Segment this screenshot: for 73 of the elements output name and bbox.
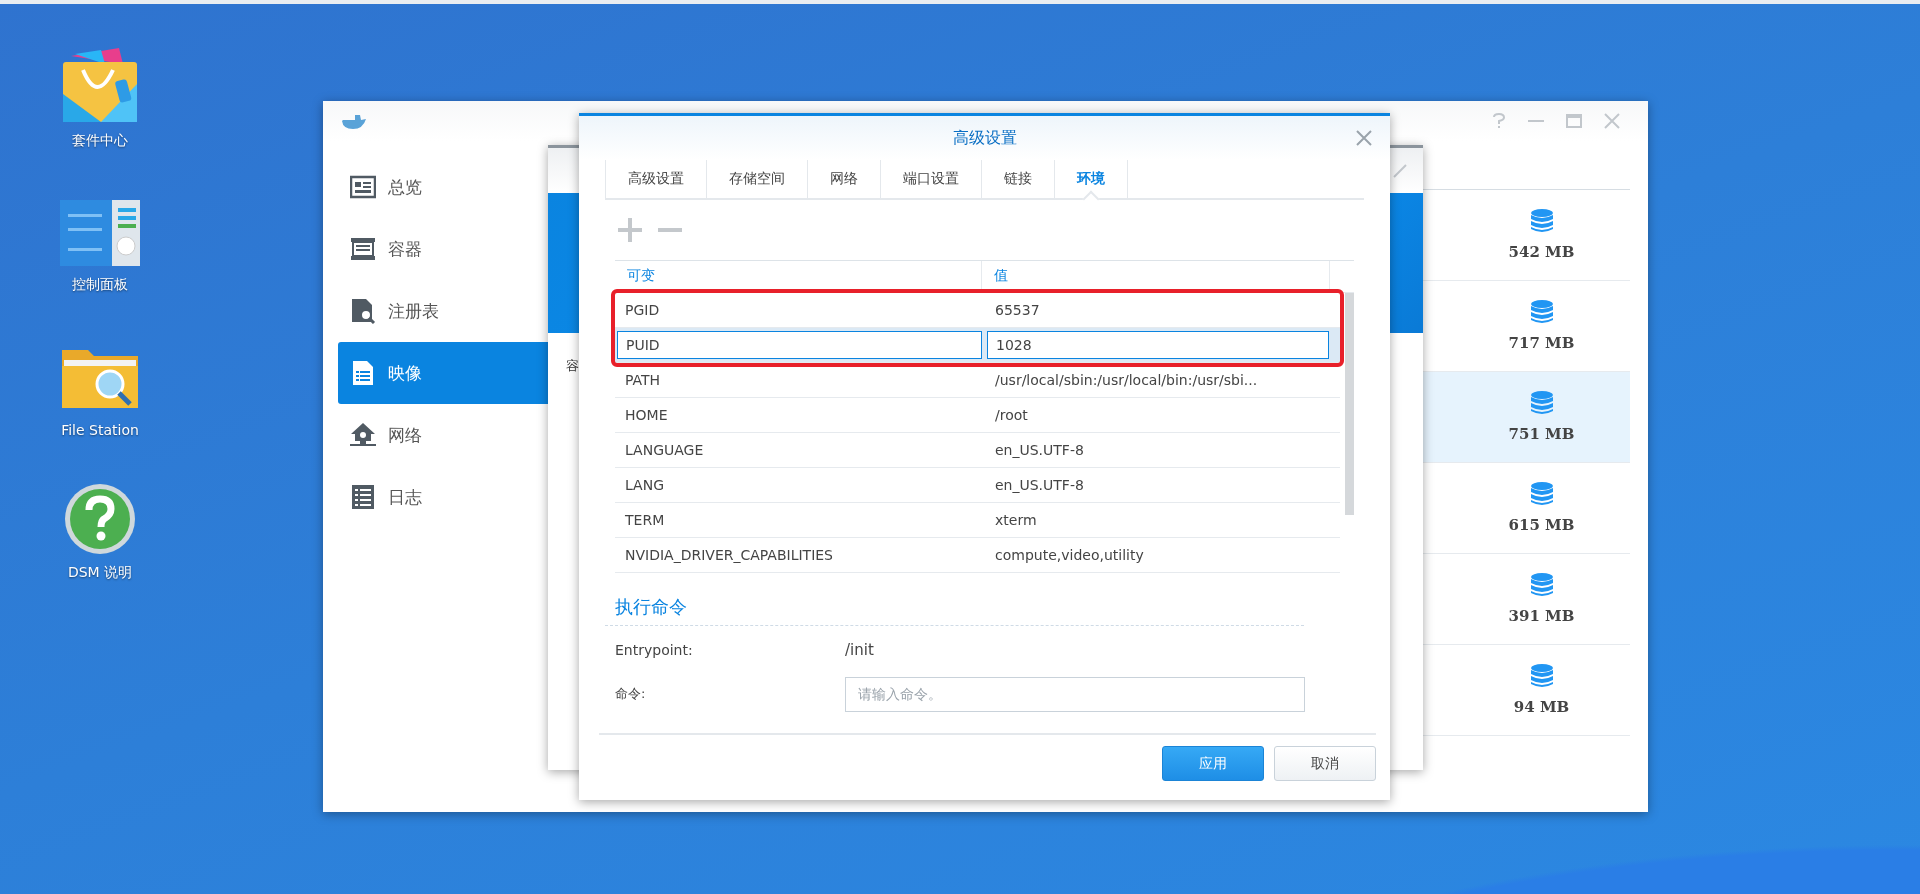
table-cell-text: xterm xyxy=(994,512,1038,528)
tab[interactable]: 链接 xyxy=(981,160,1054,198)
sidebar-item[interactable]: 注册表 xyxy=(338,280,548,342)
field-value: /init xyxy=(845,641,874,659)
table-cell-text: /root xyxy=(994,407,1029,423)
image-size: 542 MB xyxy=(1508,243,1575,261)
table-cell-text: compute,video,utility xyxy=(994,547,1145,563)
database-icon xyxy=(1530,482,1553,506)
table-row[interactable]: LANGUAGE en_US.UTF-8 xyxy=(615,433,1340,468)
database-icon xyxy=(1530,664,1553,688)
sidebar-item[interactable]: 映像 xyxy=(338,342,548,404)
scrollbar[interactable] xyxy=(1345,293,1354,515)
dialog-title: 高级设置 xyxy=(952,127,1017,149)
table-cell-text: en_US.UTF-8 xyxy=(994,442,1085,458)
help-icon[interactable] xyxy=(63,482,137,556)
image-size: 615 MB xyxy=(1508,516,1575,534)
section-title: 执行命令 xyxy=(605,573,1304,626)
table-cell-text: LANG xyxy=(624,477,666,493)
table-cell-text: HOME xyxy=(624,407,669,423)
image-size: 751 MB xyxy=(1508,425,1575,443)
image-row[interactable]: 751 MB xyxy=(1423,372,1630,463)
image-size: 94 MB xyxy=(1513,698,1570,716)
desktop-icon-label[interactable]: 控制面板 xyxy=(72,276,128,294)
table-cell-text: en_US.UTF-8 xyxy=(994,477,1085,493)
image-size: 717 MB xyxy=(1508,334,1575,352)
table-row[interactable]: TERM xterm xyxy=(615,503,1340,538)
overview-card-icon xyxy=(350,174,376,200)
house-network-icon xyxy=(350,422,376,448)
field-label: 容 xyxy=(566,358,579,373)
desktop-icon-label[interactable]: 套件中心 xyxy=(72,132,128,150)
cancel-button[interactable]: 取消 xyxy=(1274,746,1376,781)
sidebar-item[interactable]: 网络 xyxy=(338,404,548,466)
table-cell-text: 65537 xyxy=(994,302,1041,318)
tab[interactable]: 存储空间 xyxy=(706,160,807,198)
table-row[interactable]: PATH /usr/local/sbin:/usr/local/bin:/usr/sbi... xyxy=(615,363,1340,398)
add-icon[interactable] xyxy=(617,217,643,243)
table-cell-text: PATH xyxy=(624,372,662,388)
tab[interactable]: 高级设置 xyxy=(605,160,706,198)
value-input[interactable]: 1028 xyxy=(987,331,1329,359)
control-panel-icon[interactable] xyxy=(60,198,140,268)
sidebar-item[interactable]: 总览 xyxy=(338,156,548,218)
tab[interactable]: 端口设置 xyxy=(880,160,981,198)
tab[interactable]: 网络 xyxy=(807,160,880,198)
database-icon xyxy=(1530,300,1553,324)
table-row[interactable]: HOME /root xyxy=(615,398,1340,433)
container-list-icon xyxy=(350,236,376,262)
whale-icon xyxy=(341,112,367,130)
database-icon xyxy=(1530,209,1553,233)
column-header[interactable]: 值 xyxy=(982,261,1330,292)
table-row[interactable]: PUID 1028 xyxy=(615,328,1340,363)
registry-search-icon xyxy=(350,298,376,324)
image-size: 391 MB xyxy=(1508,607,1575,625)
table-cell-text: PGID xyxy=(624,302,661,318)
sidebar-item[interactable]: 容器 xyxy=(338,218,548,280)
command-input[interactable]: 请输入命令。 xyxy=(845,676,1305,712)
table-cell-text: /usr/local/sbin:/usr/local/bin:/usr/sbi... xyxy=(994,372,1259,388)
table-cell-text: TERM xyxy=(624,512,666,528)
log-list-icon xyxy=(350,484,376,510)
table-row[interactable]: NVIDIA_DRIVER_CAPABILITIES compute,video,utility xyxy=(615,538,1340,573)
table-row[interactable]: LANG en_US.UTF-8 xyxy=(615,468,1340,503)
document-list-icon xyxy=(350,360,376,386)
desktop-icon-label[interactable]: DSM 说明 xyxy=(67,564,133,582)
sidebar-item[interactable]: 日志 xyxy=(338,466,548,528)
field-label: Entrypoint: xyxy=(615,642,694,658)
desktop-icon-label[interactable]: File Station xyxy=(61,422,139,438)
database-icon xyxy=(1530,573,1553,597)
field-label: 命令: xyxy=(615,685,647,703)
database-icon xyxy=(1530,391,1553,415)
variable-input[interactable]: PUID xyxy=(617,331,982,359)
table-cell-text: LANGUAGE xyxy=(624,442,705,458)
column-header[interactable]: 可变 xyxy=(615,261,983,292)
table-cell-text: NVIDIA_DRIVER_CAPABILITIES xyxy=(624,547,834,563)
maximize-icon[interactable] xyxy=(1566,114,1582,128)
